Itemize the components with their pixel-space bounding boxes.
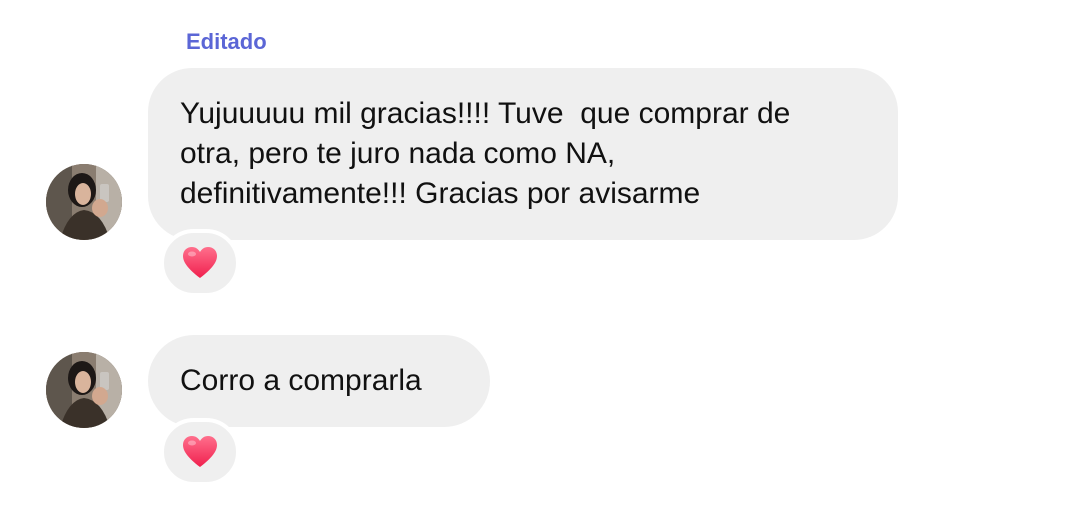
avatar-photo (46, 164, 122, 240)
sender-avatar[interactable] (46, 164, 122, 240)
reaction-badge[interactable] (160, 418, 240, 486)
heart-icon (183, 436, 217, 467)
message-text-line: Yujuuuuu mil gracias!!!! Tuve que compra… (180, 97, 791, 130)
message-bubble[interactable]: Yujuuuuu mil gracias!!!! Tuve que compra… (148, 68, 898, 240)
avatar-photo (46, 352, 122, 428)
message-text-line: Corro a comprarla (180, 364, 422, 397)
sender-avatar[interactable] (46, 352, 122, 428)
chat-thread: Editado Yujuuuuu mil gracias!!!! Tuve qu… (0, 0, 1080, 518)
message-bubble[interactable]: Corro a comprarla (148, 335, 490, 427)
heart-icon (183, 247, 217, 278)
message-text-line: otra, pero te juro nada como NA, (180, 137, 616, 170)
edited-label: Editado (186, 29, 267, 54)
reaction-badge[interactable] (160, 229, 240, 297)
message-text-line: definitivamente!!! Gracias por avisarme (180, 177, 701, 210)
